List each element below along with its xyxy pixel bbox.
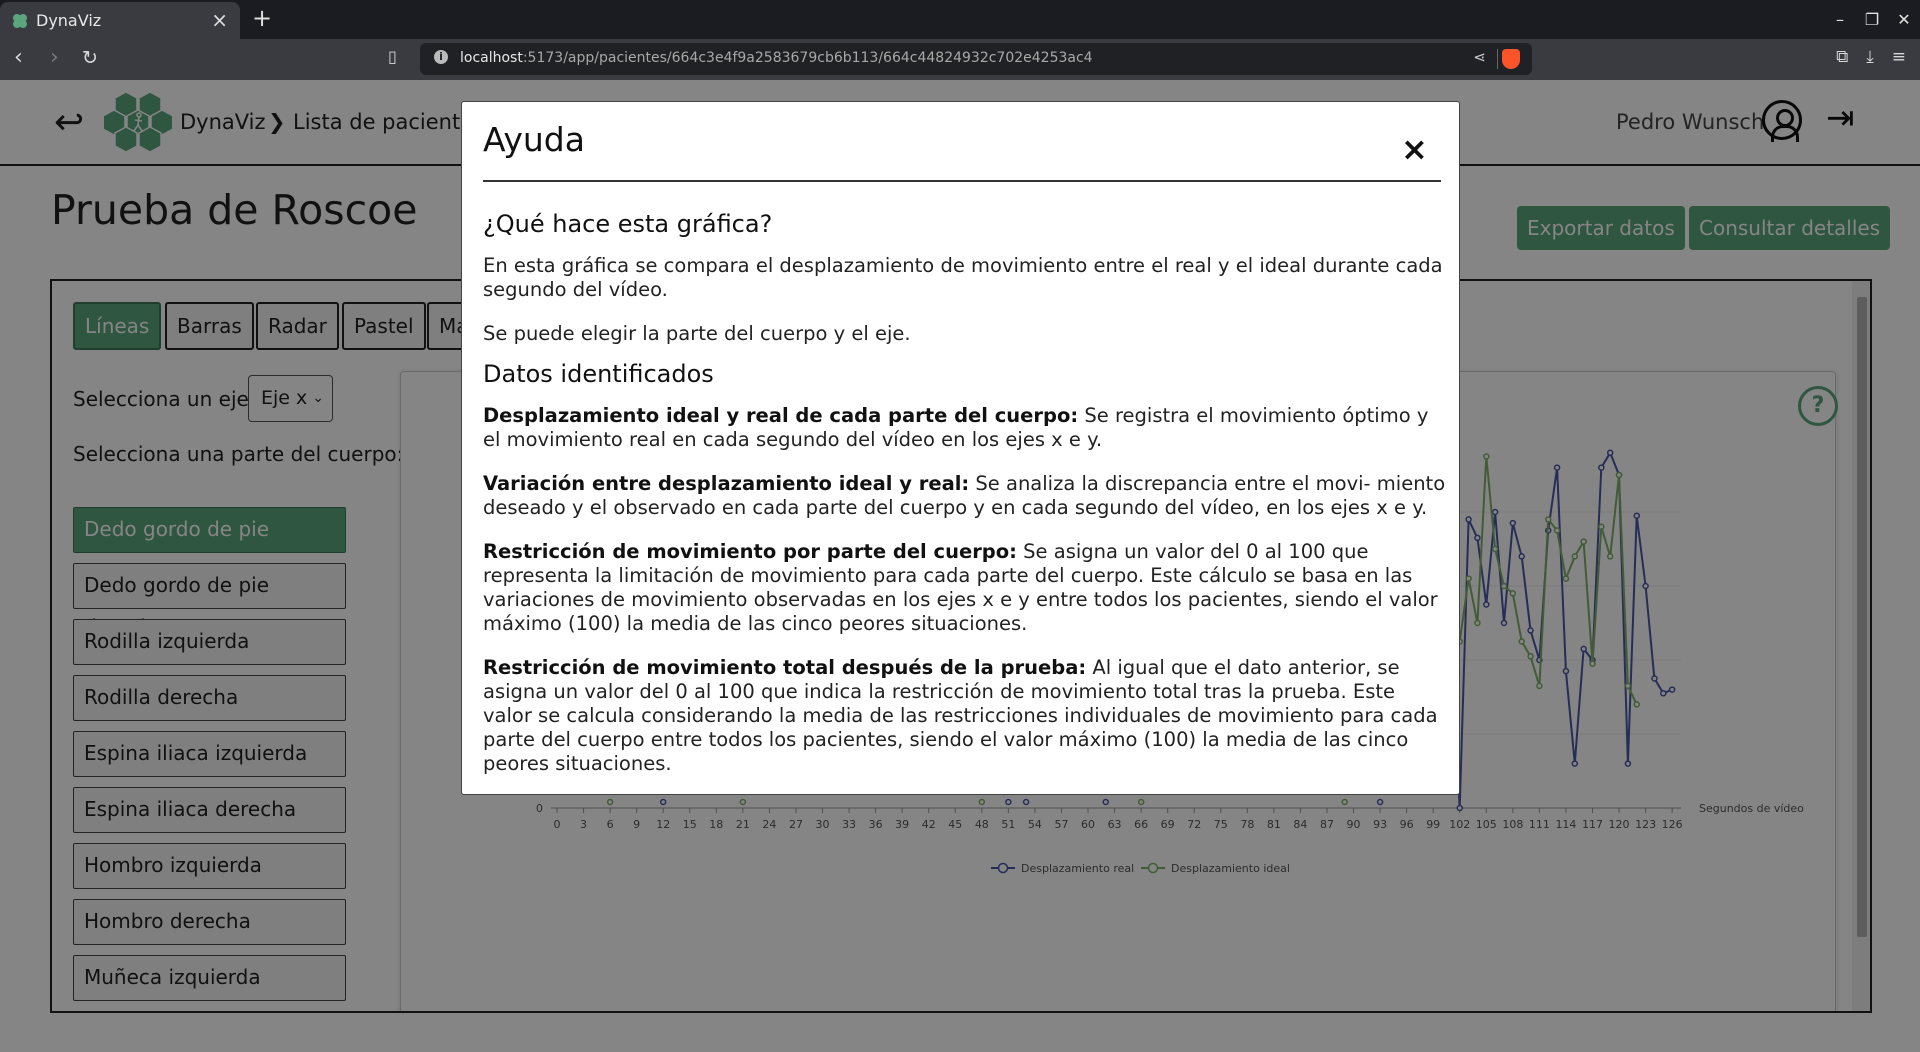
modal-heading-what: ¿Qué hace esta gráfica? [483, 210, 773, 238]
browser-tab[interactable]: DynaViz × [0, 2, 240, 39]
modal-paragraph: En esta gráfica se compara el desplazami… [483, 254, 1443, 301]
share-icon[interactable]: ⋖ [1473, 48, 1486, 66]
modal-paragraph: Se puede elegir la parte del cuerpo y el… [483, 322, 911, 345]
modal-item-term: Desplazamiento ideal y real de cada part… [483, 404, 1079, 427]
url-path: :5173/app/pacientes/664c3e4f9a2583679cb6… [522, 50, 1093, 66]
address-bar[interactable]: i localhost:5173/app/pacientes/664c3e4f9… [420, 43, 1532, 75]
modal-title: Ayuda [483, 120, 585, 159]
browser-toolbar: ‹ › ↻ ▯ i localhost:5173/app/pacientes/6… [0, 39, 1920, 80]
modal-item: Desplazamiento ideal y real de cada part… [483, 404, 1448, 452]
close-icon[interactable]: × [1401, 130, 1428, 168]
back-nav-icon[interactable]: ‹ [14, 45, 23, 70]
tab-title: DynaViz [36, 11, 102, 30]
tab-close-icon[interactable]: × [211, 8, 228, 32]
modal-item-term: Restricción de movimiento total después … [483, 656, 1087, 679]
modal-body: ¿Qué hace esta gráfica? En esta gráfica … [483, 212, 1448, 796]
modal-item-term: Variación entre desplazamiento ideal y r… [483, 472, 970, 495]
brave-shield-icon[interactable] [1502, 49, 1520, 69]
modal-item: Variación entre desplazamiento ideal y r… [483, 472, 1448, 520]
help-modal: Ayuda × ¿Qué hace esta gráfica? En esta … [461, 101, 1460, 795]
modal-item: Restricción de movimiento total después … [483, 656, 1448, 776]
dynaviz-favicon-icon [13, 14, 27, 28]
extensions-icon[interactable]: ⧉ [1836, 47, 1848, 67]
forward-nav-icon[interactable]: › [50, 45, 59, 70]
site-info-icon[interactable]: i [434, 50, 448, 64]
modal-item-term: Restricción de movimiento por parte del … [483, 540, 1017, 563]
minimize-icon[interactable]: – [1824, 0, 1856, 39]
bookmark-icon[interactable]: ▯ [388, 47, 397, 66]
browser-tabstrip: DynaViz × + – ❐ ✕ [0, 0, 1920, 39]
new-tab-icon[interactable]: + [252, 4, 272, 32]
menu-icon[interactable]: ≡ [1892, 47, 1906, 67]
modal-divider [483, 180, 1441, 182]
modal-item: Restricción de movimiento por parte del … [483, 540, 1448, 636]
window-close-icon[interactable]: ✕ [1888, 0, 1920, 39]
reload-icon[interactable]: ↻ [82, 47, 98, 69]
downloads-icon[interactable]: ⤓ [1866, 47, 1874, 67]
modal-heading-data: Datos identificados [483, 360, 714, 388]
url-host: localhost [460, 50, 523, 66]
restore-icon[interactable]: ❐ [1856, 0, 1888, 39]
